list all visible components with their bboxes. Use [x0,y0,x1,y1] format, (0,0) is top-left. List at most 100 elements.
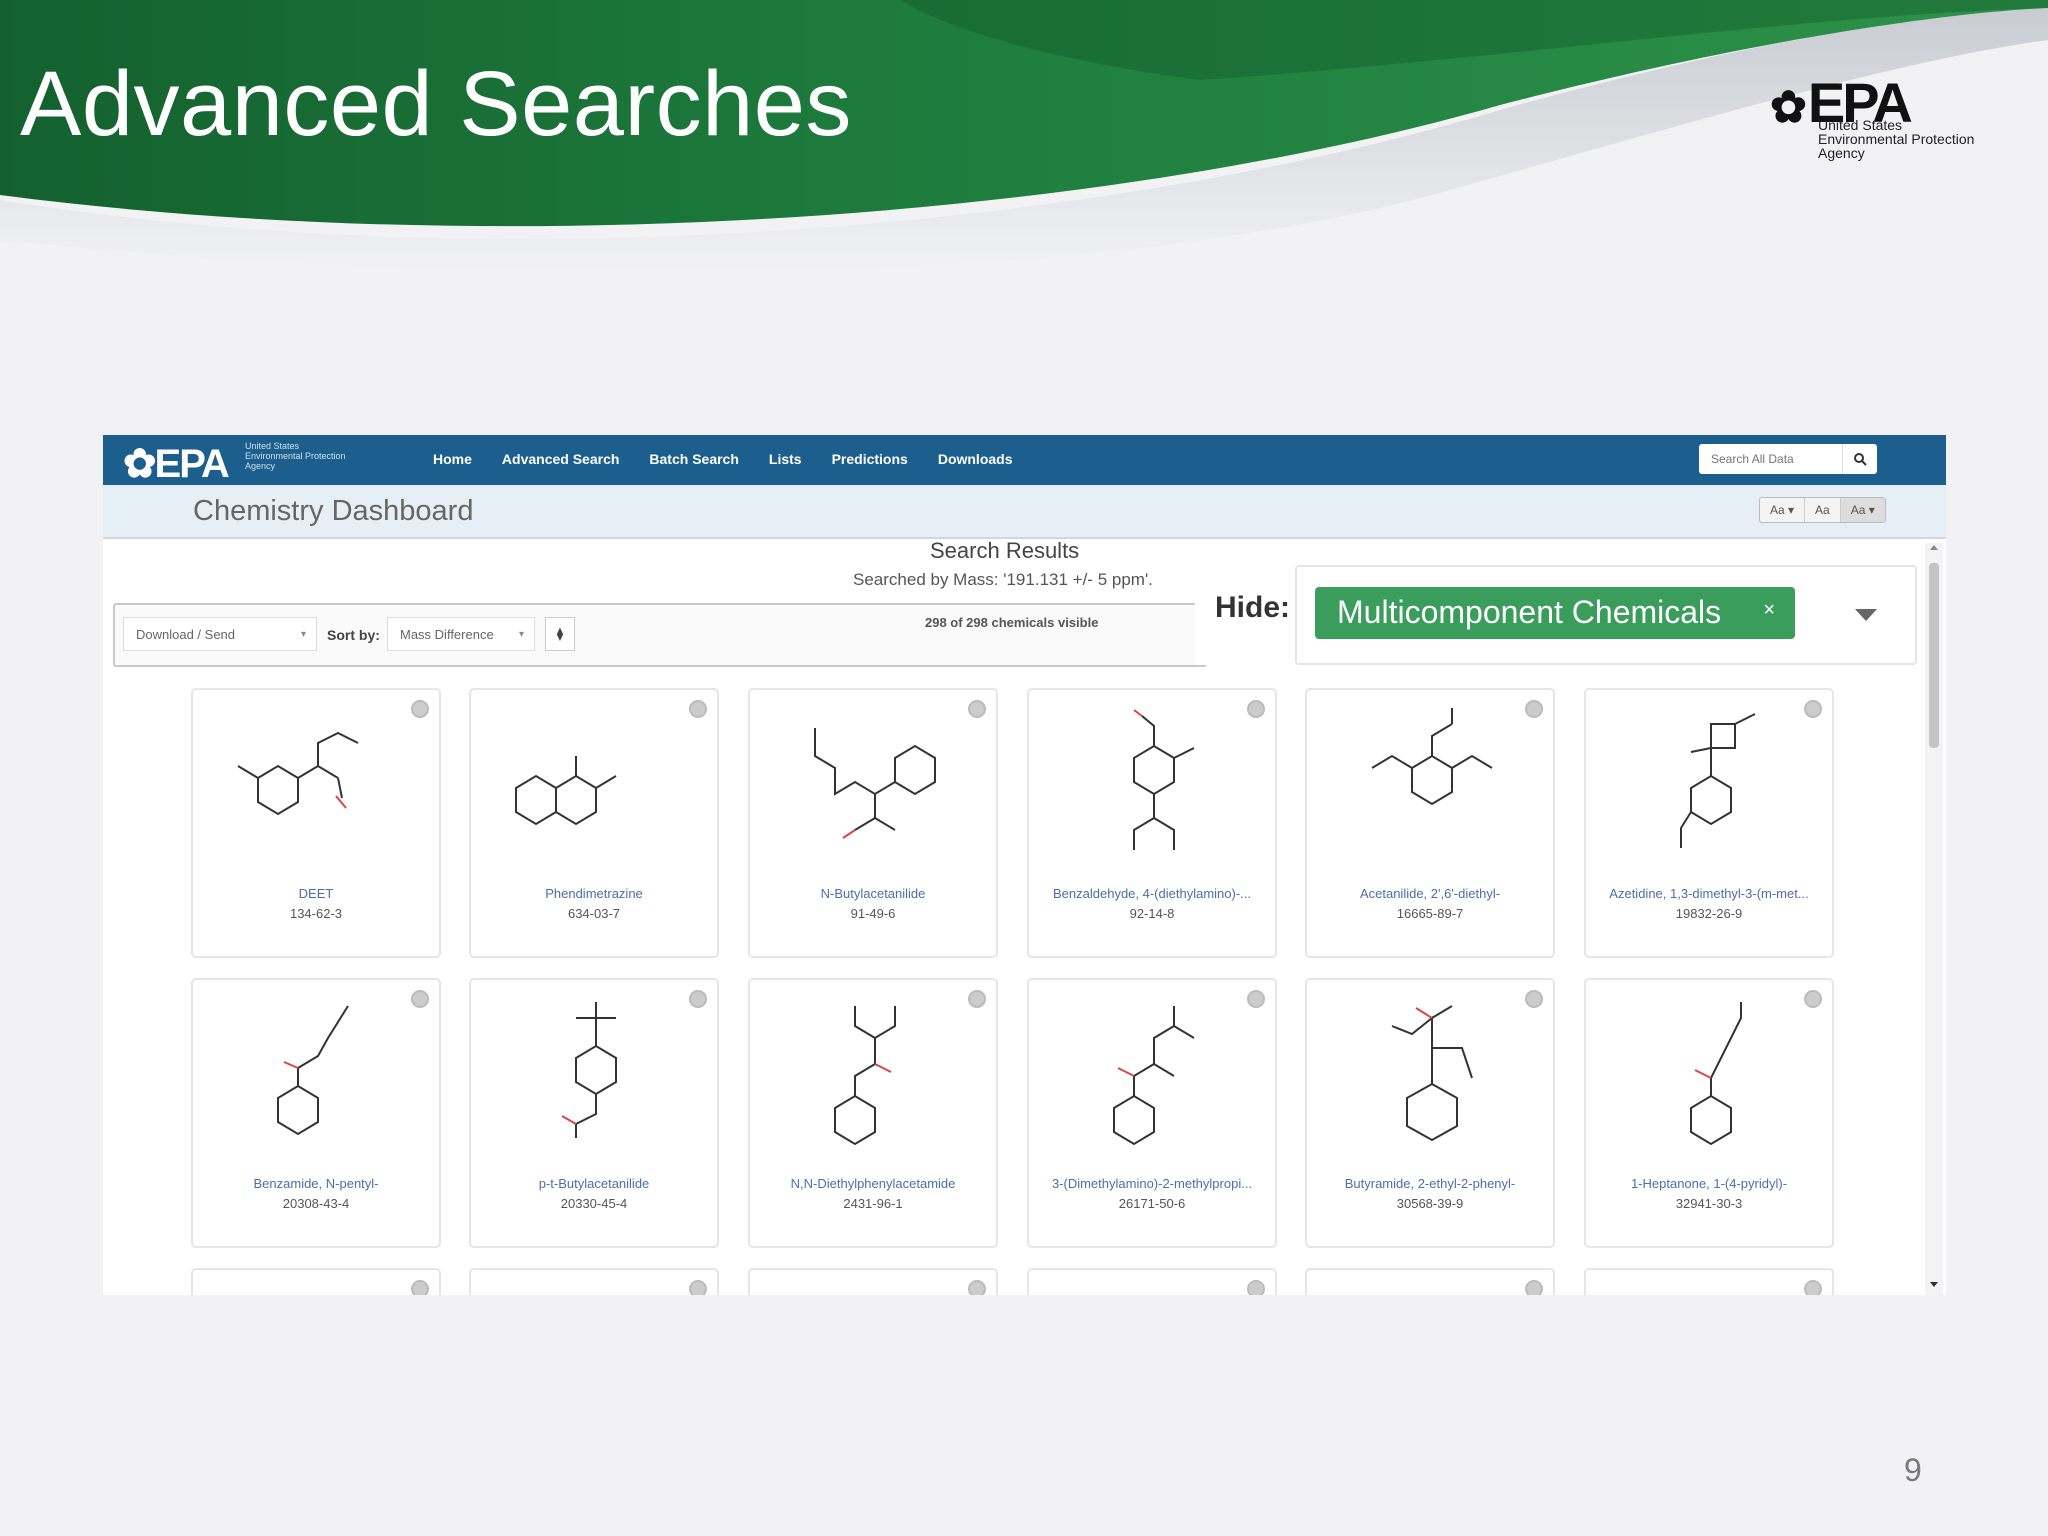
filter-button[interactable]: ⧫ [545,617,575,651]
font-size-small[interactable]: Aa ▾ [1760,498,1806,522]
epa-flower-icon: ✿ [1770,83,1807,132]
chemical-name[interactable]: Benzamide, N-pentyl- [199,1176,433,1191]
dashboard-screenshot: ✿EPA United States Environmental Protect… [103,435,1946,1295]
chemical-card[interactable]: N,N-Diethylphenylacetamide 2431-96-1 [748,978,998,1248]
nav-advanced-search[interactable]: Advanced Search [502,451,620,467]
hide-tag-label: Multicomponent Chemicals [1337,594,1722,630]
chemical-card[interactable] [469,1268,719,1295]
top-navbar: ✿EPA United States Environmental Protect… [103,435,1946,487]
structure-image [1690,1002,1742,1146]
chemical-card[interactable]: Butyramide, 2-ethyl-2-phenyl- 30568-39-9 [1305,978,1555,1248]
download-send-dropdown[interactable]: Download / Send ▾ [123,617,317,651]
search-box [1699,444,1877,474]
chemical-name[interactable]: p-t-Butylacetanilide [477,1176,711,1191]
select-checkbox[interactable] [1804,1280,1822,1295]
select-checkbox[interactable] [968,1280,986,1295]
results-subtitle: Searched by Mass: '191.131 +/- 5 ppm'. [853,570,1153,589]
scroll-thumb[interactable] [1929,563,1939,748]
chemical-name[interactable]: 1-Heptanone, 1-(4-pyridyl)- [1592,1176,1826,1191]
chemical-card[interactable]: Azetidine, 1,3-dimethyl-3-(m-met... 19832… [1584,688,1834,958]
chemical-cas: 19832-26-9 [1675,906,1743,921]
chemical-cas: 26171-50-6 [1118,1196,1186,1211]
app-flower-icon: ✿ [123,442,156,486]
chemical-cas: 16665-89-7 [1396,906,1464,921]
chemical-name[interactable]: Acetanilide, 2',6'-diethyl- [1313,886,1547,901]
structure-image [1680,713,1756,848]
chemical-name[interactable]: N-Butylacetanilide [756,886,990,901]
chemical-card[interactable]: DEET 134-62-3 [191,688,441,958]
structure-image [1371,708,1493,806]
scrollbar[interactable] [1925,543,1943,1295]
sort-by-dropdown[interactable]: Mass Difference ▾ [387,617,535,651]
select-checkbox[interactable] [1247,1280,1265,1295]
search-button[interactable] [1842,444,1877,474]
epa-logo-agency: United States Environmental Protection A… [1818,117,1975,161]
nav-batch-search[interactable]: Batch Search [649,451,738,467]
chevron-down-icon: ▾ [518,629,524,640]
chemical-card[interactable]: p-t-Butylacetanilide 20330-45-4 [469,978,719,1248]
nav-home[interactable]: Home [433,451,472,467]
font-size-medium[interactable]: Aa [1805,498,1841,522]
chemical-cas: 20308-43-4 [282,1196,350,1211]
chemical-name[interactable]: Butyramide, 2-ethyl-2-phenyl- [1313,1176,1547,1191]
scroll-down-icon[interactable] [1930,1282,1938,1287]
chemical-card[interactable]: Benzaldehyde, 4-(diethylamino)-... 92-14-… [1027,688,1277,958]
page-number: 9 [1904,1452,1922,1488]
filter-icon: ⧫ [556,626,564,641]
slide-title: Advanced Searches [20,53,852,155]
sort-by-value: Mass Difference [400,627,494,642]
chemical-name[interactable]: 3-(Dimethylamino)-2-methylpropi... [1035,1176,1269,1191]
close-icon[interactable]: × [1763,599,1775,622]
structure-image [814,728,936,839]
epa-logo: ✿EPA United States Environmental Protect… [1770,70,2010,165]
chemical-card[interactable] [1305,1268,1555,1295]
font-size-toggles: Aa ▾ Aa Aa ▾ [1759,497,1886,523]
hide-select[interactable]: Multicomponent Chemicals × [1295,565,1917,665]
scroll-up-icon[interactable] [1930,545,1938,550]
nav-downloads[interactable]: Downloads [938,451,1013,467]
select-checkbox[interactable] [1525,1280,1543,1295]
app-brand-sub: United States Environmental Protection A… [245,441,346,471]
chemical-cas: 91-49-6 [850,906,896,921]
structure-image [1391,1005,1473,1142]
hide-tag-multicomponent[interactable]: Multicomponent Chemicals × [1315,587,1795,639]
nav-lists[interactable]: Lists [769,451,802,467]
select-checkbox[interactable] [689,1280,707,1295]
chemical-cas: 32941-30-3 [1675,1196,1743,1211]
download-send-label: Download / Send [136,627,236,642]
select-checkbox[interactable] [411,1280,429,1295]
chemical-card[interactable]: 3-(Dimethylamino)-2-methylpropi... 26171-… [1027,978,1277,1248]
app-logo[interactable]: ✿EPA [123,441,230,487]
nav-menu: Home Advanced Search Batch Search Lists … [433,451,1013,467]
chemical-cas: 20330-45-4 [560,1196,628,1211]
chemical-cas: 92-14-8 [1129,906,1175,921]
font-size-large[interactable]: Aa ▾ [1840,498,1885,522]
chemical-card[interactable] [1584,1268,1834,1295]
structure-image [237,731,359,816]
chemical-name[interactable]: Phendimetrazine [477,886,711,901]
nav-predictions[interactable]: Predictions [832,451,908,467]
dashboard-header: Chemistry Dashboard [103,485,1946,539]
chemical-card[interactable]: Phendimetrazine 634-03-7 [469,688,719,958]
structure-image [1113,1006,1195,1146]
chemical-cas: 134-62-3 [289,906,343,921]
chemical-card[interactable]: N-Butylacetanilide 91-49-6 [748,688,998,958]
chemical-name[interactable]: Benzaldehyde, 4-(diethylamino)-... [1035,886,1269,901]
search-input[interactable] [1709,444,1843,474]
chemical-cas: 2431-96-1 [843,1196,903,1211]
chemical-card[interactable] [191,1268,441,1295]
chevron-down-icon[interactable] [1855,609,1877,621]
chemical-card[interactable] [748,1268,998,1295]
structure-image [1133,709,1195,850]
chemical-name[interactable]: DEET [199,886,433,901]
chemical-card[interactable]: Benzamide, N-pentyl- 20308-43-4 [191,978,441,1248]
hide-filter-panel: Hide: Multicomponent Chemicals × [1195,553,1925,665]
chemical-name[interactable]: Azetidine, 1,3-dimethyl-3-(m-met... [1592,886,1826,901]
chemical-card[interactable]: Acetanilide, 2',6'-diethyl- 16665-89-7 [1305,688,1555,958]
chemical-cas: 634-03-7 [567,906,621,921]
chemical-card[interactable]: 1-Heptanone, 1-(4-pyridyl)- 32941-30-3 [1584,978,1834,1248]
structure-image [561,1002,617,1138]
visible-count: 298 of 298 chemicals visible [925,615,1099,630]
chemical-card[interactable] [1027,1268,1277,1295]
chemical-name[interactable]: N,N-Diethylphenylacetamide [756,1176,990,1191]
